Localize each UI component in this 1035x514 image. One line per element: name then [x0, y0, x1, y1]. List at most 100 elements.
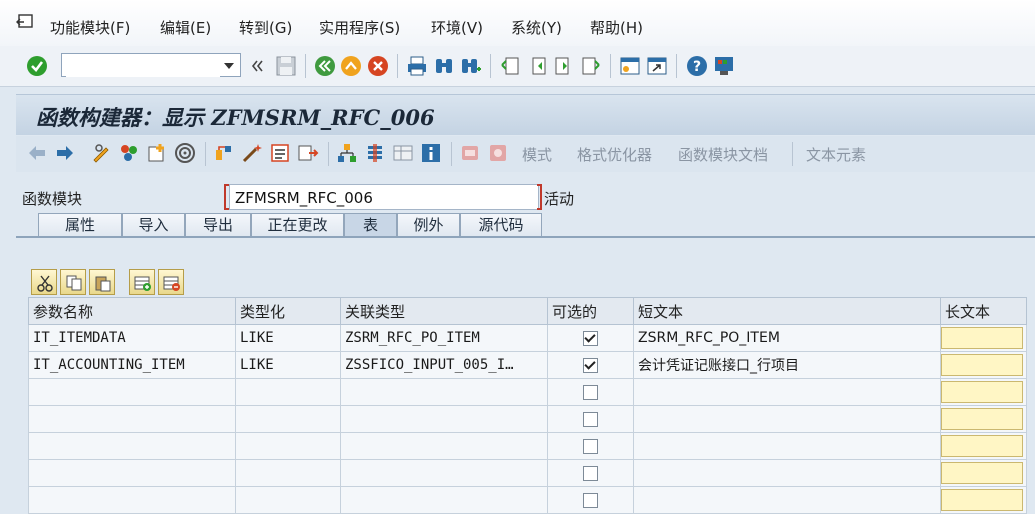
tab-changing[interactable]: 正在更改	[251, 213, 344, 237]
cell-parameter-name[interactable]: IT_ITEMDATA	[28, 324, 236, 352]
long-text-button[interactable]	[941, 408, 1023, 430]
menu-environment[interactable]: 环境(V)	[431, 17, 483, 38]
test-wand-icon[interactable]	[241, 142, 263, 164]
cell-optional[interactable]	[547, 324, 634, 352]
where-used-icon[interactable]	[213, 142, 235, 164]
function-module-documentation-button[interactable]: 函数模块文档	[678, 144, 768, 165]
cell-associated-type[interactable]: ZSRM_RFC_PO_ITEM	[340, 324, 548, 352]
tab-export[interactable]: 导出	[185, 213, 251, 237]
optional-checkbox[interactable]	[583, 411, 598, 427]
cell-typing[interactable]: LIKE	[235, 351, 341, 379]
customize-layout-icon[interactable]	[713, 55, 735, 77]
cell-parameter-name[interactable]	[28, 405, 236, 433]
tab-tables[interactable]: 表	[344, 213, 397, 237]
previous-page-icon[interactable]	[526, 55, 548, 77]
help-icon[interactable]: ?	[686, 55, 708, 77]
cell-long-text[interactable]	[940, 378, 1027, 406]
cell-parameter-name[interactable]	[28, 432, 236, 460]
cell-optional[interactable]	[547, 405, 634, 433]
cell-typing[interactable]: LIKE	[235, 324, 341, 352]
cell-associated-type[interactable]	[340, 432, 548, 460]
long-text-button[interactable]	[941, 354, 1023, 376]
first-page-icon[interactable]	[499, 55, 521, 77]
stack-icon[interactable]	[364, 142, 386, 164]
tab-attributes[interactable]: 属性	[38, 213, 122, 237]
cell-typing[interactable]	[235, 432, 341, 460]
tab-import[interactable]: 导入	[122, 213, 185, 237]
cell-short-text[interactable]	[633, 432, 941, 460]
insert-row-button[interactable]	[129, 269, 155, 295]
system-menu-icon[interactable]	[16, 14, 34, 30]
pattern-icon[interactable]	[459, 142, 481, 164]
function-module-field[interactable]	[229, 184, 539, 210]
tab-exceptions[interactable]: 例外	[397, 213, 460, 237]
command-field[interactable]	[61, 53, 241, 77]
delete-row-button[interactable]	[158, 269, 184, 295]
optional-checkbox[interactable]	[583, 357, 598, 373]
find-icon[interactable]	[433, 55, 455, 77]
cell-optional[interactable]	[547, 378, 634, 406]
find-next-icon[interactable]	[460, 55, 482, 77]
optional-checkbox[interactable]	[583, 384, 598, 400]
long-text-button[interactable]	[941, 327, 1023, 349]
optional-checkbox[interactable]	[583, 465, 598, 481]
cell-parameter-name[interactable]	[28, 378, 236, 406]
back-icon[interactable]	[314, 55, 336, 77]
cell-associated-type[interactable]	[340, 405, 548, 433]
cell-short-text[interactable]	[633, 378, 941, 406]
cell-long-text[interactable]	[940, 432, 1027, 460]
print-icon[interactable]	[406, 55, 428, 77]
cell-short-text[interactable]	[633, 459, 941, 487]
double-chevron-left-icon[interactable]	[250, 55, 264, 77]
arrow-left-icon[interactable]	[26, 142, 48, 164]
cell-short-text[interactable]: 会计凭证记账接口_行项目	[633, 351, 941, 379]
table-view-icon[interactable]	[392, 142, 414, 164]
copy-button[interactable]	[60, 269, 86, 295]
menu-system[interactable]: 系统(Y)	[511, 17, 562, 38]
long-text-button[interactable]	[941, 462, 1023, 484]
cell-associated-type[interactable]: ZSSFICO_INPUT_005_I…	[340, 351, 548, 379]
cell-long-text[interactable]	[940, 351, 1027, 379]
last-page-icon[interactable]	[580, 55, 602, 77]
pretty-printer-icon[interactable]	[487, 142, 509, 164]
menu-goto[interactable]: 转到(G)	[239, 17, 292, 38]
cell-optional[interactable]	[547, 459, 634, 487]
cell-short-text[interactable]	[633, 405, 941, 433]
cell-long-text[interactable]	[940, 405, 1027, 433]
pattern-button[interactable]: 模式	[522, 144, 552, 165]
info-icon[interactable]	[420, 142, 442, 164]
cell-associated-type[interactable]	[340, 378, 548, 406]
exit-icon[interactable]	[340, 55, 362, 77]
column-header-long-text[interactable]: 长文本	[940, 297, 1027, 325]
activate-icon[interactable]	[174, 142, 196, 164]
generate-shortcut-icon[interactable]	[646, 55, 668, 77]
cell-typing[interactable]	[235, 459, 341, 487]
tab-source-code[interactable]: 源代码	[460, 213, 542, 237]
menu-edit[interactable]: 编辑(E)	[160, 17, 211, 38]
arrow-right-icon[interactable]	[54, 142, 76, 164]
cell-optional[interactable]	[547, 432, 634, 460]
next-page-icon[interactable]	[553, 55, 575, 77]
cell-associated-type[interactable]	[340, 459, 548, 487]
cell-optional[interactable]	[547, 351, 634, 379]
enter-check-icon[interactable]	[26, 55, 48, 77]
optional-checkbox[interactable]	[583, 438, 598, 454]
create-session-icon[interactable]	[619, 55, 641, 77]
other-object-icon[interactable]	[118, 142, 140, 164]
menu-utilities[interactable]: 实用程序(S)	[319, 17, 400, 38]
navigation-window-icon[interactable]	[297, 142, 319, 164]
cell-typing[interactable]	[235, 378, 341, 406]
long-text-button[interactable]	[941, 381, 1023, 403]
long-text-button[interactable]	[941, 435, 1023, 457]
cell-typing[interactable]	[235, 405, 341, 433]
chevron-down-icon[interactable]	[224, 63, 234, 69]
optional-checkbox[interactable]	[583, 330, 598, 346]
cell-parameter-name[interactable]	[28, 459, 236, 487]
column-header-optional[interactable]: 可选的	[547, 297, 634, 325]
menu-function-module[interactable]: 功能模块(F)	[50, 17, 130, 38]
hierarchy-icon[interactable]	[336, 142, 358, 164]
cell-long-text[interactable]	[940, 324, 1027, 352]
cut-button[interactable]	[31, 269, 57, 295]
column-header-short-text[interactable]: 短文本	[633, 297, 941, 325]
column-header-associated-type[interactable]: 关联类型	[340, 297, 548, 325]
